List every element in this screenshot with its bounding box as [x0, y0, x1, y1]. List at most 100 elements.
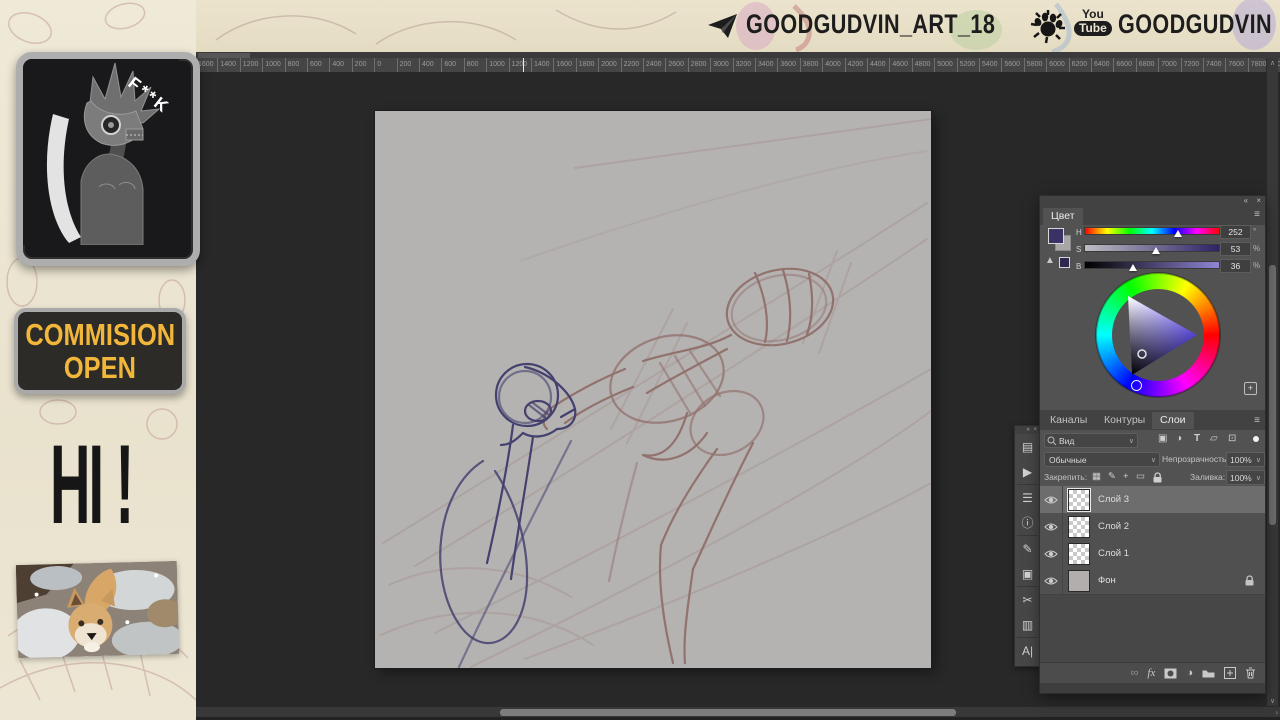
character-panel-icon[interactable]: A| [1015, 638, 1040, 663]
layer-visibility-eye-icon[interactable] [1040, 513, 1063, 540]
tab-channels[interactable]: Каналы [1042, 412, 1095, 429]
fox-photo [16, 561, 179, 658]
lock-transparency-icon[interactable]: ▦ [1092, 471, 1101, 482]
filter-type-layers-icon[interactable]: T [1194, 433, 1200, 444]
saturation-unit: % [1253, 244, 1260, 253]
layer-name[interactable]: Фон [1098, 575, 1116, 586]
new-group-button[interactable] [1202, 668, 1215, 678]
fill-dropdown[interactable]: 100% ∨ [1226, 470, 1265, 485]
new-layer-button[interactable] [1224, 667, 1236, 679]
layer-thumbnail[interactable] [1068, 516, 1090, 538]
ruler-tick: 1000 [486, 58, 505, 72]
layer-row-1[interactable]: Слой 3 [1040, 486, 1265, 514]
layer-visibility-eye-icon[interactable] [1040, 540, 1063, 567]
scroll-down-arrow[interactable]: ∨ [1267, 697, 1278, 705]
horizontal-scrollbar-thumb[interactable] [500, 709, 956, 716]
filter-adjustment-layers-icon[interactable]: ◑ [1176, 433, 1182, 444]
collapse-panels-icon[interactable]: « [1244, 196, 1248, 205]
filtering-toggle[interactable] [1253, 436, 1259, 442]
properties-panel-icon[interactable]: ☰ [1015, 485, 1040, 510]
link-layers-button[interactable]: ∞ [1131, 667, 1139, 679]
filter-pixel-layers-icon[interactable]: ▣ [1158, 433, 1167, 444]
sv-triangle[interactable] [1096, 273, 1220, 397]
lock-position-icon[interactable]: + [1123, 471, 1129, 482]
tab-paths[interactable]: Контуры [1096, 412, 1153, 429]
sketch-artwork [375, 111, 931, 668]
tool-presets-panel-icon[interactable]: ✂ [1015, 587, 1040, 612]
layer-visibility-eye-icon[interactable] [1040, 486, 1063, 513]
filter-kind-label: Вид [1059, 436, 1074, 446]
gamut-safe-swatch[interactable] [1059, 257, 1070, 268]
add-swatch-button[interactable]: + [1244, 382, 1257, 395]
saturation-slider[interactable] [1084, 244, 1220, 252]
layer-thumbnail[interactable] [1068, 543, 1090, 565]
layer-row-2[interactable]: Слой 2 [1040, 513, 1265, 541]
layer-name[interactable]: Слой 3 [1098, 494, 1129, 505]
panel-bottom-edge[interactable] [1040, 683, 1265, 693]
vertical-scrollbar[interactable]: ∧ ∨ [1266, 58, 1278, 706]
ruler-tick: 5600 [1001, 58, 1020, 72]
libraries-panel-icon[interactable]: ▥ [1015, 612, 1040, 637]
lock-all-icon[interactable] [1152, 472, 1163, 483]
dock-header[interactable]: » × [1015, 426, 1040, 434]
layer-visibility-eye-icon[interactable] [1040, 567, 1063, 594]
horizontal-ruler[interactable]: 1600140012001000800600400200020040060080… [196, 58, 1280, 73]
avatar-art: F**K [23, 59, 179, 245]
lock-artboard-icon[interactable]: ▭ [1136, 471, 1145, 482]
opacity-dropdown[interactable]: 100% ∨ [1226, 452, 1265, 467]
layer-thumbnail[interactable] [1068, 570, 1090, 592]
layer-style-button[interactable]: fx [1147, 667, 1155, 679]
ruler-tick: 4000 [822, 58, 841, 72]
brightness-value[interactable]: 36 [1220, 259, 1251, 273]
vertical-scrollbar-thumb[interactable] [1269, 265, 1276, 525]
filter-smart-objects-icon[interactable]: ⊡ [1228, 433, 1236, 444]
layers-filter-row: Вид ∨ ▣ ◑ T ▱ ⊡ [1040, 430, 1265, 450]
lock-pixels-icon[interactable]: ✎ [1108, 471, 1116, 482]
color-wheel[interactable] [1096, 273, 1220, 397]
color-panel-header: « × [1040, 196, 1265, 206]
gamut-warning-icon[interactable]: ▲ [1045, 255, 1055, 266]
brush-settings-panel-icon[interactable]: ✎ [1015, 536, 1040, 561]
foreground-color-swatch[interactable] [1048, 228, 1064, 244]
info-panel-icon[interactable]: ⓘ [1015, 510, 1040, 535]
drawing-canvas[interactable] [375, 111, 931, 668]
layers-panel-menu-icon[interactable]: ≡ [1254, 415, 1260, 426]
saturation-slider-handle[interactable] [1152, 247, 1160, 254]
tab-color[interactable]: Цвет [1043, 208, 1083, 225]
blend-mode-dropdown[interactable]: Обычные ∨ [1044, 452, 1160, 467]
layer-row-3[interactable]: Слой 1 [1040, 540, 1265, 568]
close-panel-icon[interactable]: × [1256, 196, 1261, 205]
hue-value[interactable]: 252 [1220, 225, 1251, 239]
ruler-tick: 6000 [1046, 58, 1065, 72]
clone-source-panel-icon[interactable]: ▣ [1015, 561, 1040, 586]
add-mask-button[interactable] [1164, 668, 1177, 679]
badge-line1: COMMISION [25, 318, 175, 351]
ruler-tick: 4400 [867, 58, 886, 72]
scroll-up-arrow[interactable]: ∧ [1267, 59, 1278, 67]
ruler-tick: 1400 [217, 58, 236, 72]
brightness-slider[interactable] [1084, 261, 1220, 269]
ruler-tick: 1600 [553, 58, 572, 72]
layer-filter-kind-dropdown[interactable]: Вид ∨ [1044, 433, 1138, 448]
ruler-tick: 5200 [957, 58, 976, 72]
adjustment-layer-button[interactable]: ◑ [1186, 667, 1193, 679]
lock-row: Закрепить: ▦ ✎ + ▭ Заливка: 100% ∨ [1040, 468, 1265, 486]
tab-layers[interactable]: Слои [1152, 412, 1194, 429]
filter-shape-layers-icon[interactable]: ▱ [1210, 433, 1218, 444]
layer-row-4[interactable]: Фон [1040, 567, 1265, 595]
ruler-tick: 3200 [733, 58, 752, 72]
layer-thumbnail[interactable] [1068, 489, 1090, 511]
saturation-value[interactable]: 53 [1220, 242, 1251, 256]
hue-unit: ° [1253, 227, 1256, 236]
actions-panel-icon[interactable]: ▶ [1015, 459, 1040, 484]
delete-layer-button[interactable] [1245, 667, 1256, 679]
ruler-tick: 2400 [643, 58, 662, 72]
hue-slider-handle[interactable] [1174, 230, 1182, 237]
hue-ring-cursor[interactable] [1131, 380, 1142, 391]
layer-name[interactable]: Слой 2 [1098, 521, 1129, 532]
hue-slider[interactable] [1084, 227, 1220, 235]
history-panel-icon[interactable]: ▤ [1015, 434, 1040, 459]
brightness-slider-handle[interactable] [1129, 264, 1137, 271]
layer-name[interactable]: Слой 1 [1098, 548, 1129, 559]
color-panel-menu-icon[interactable]: ≡ [1254, 209, 1260, 220]
